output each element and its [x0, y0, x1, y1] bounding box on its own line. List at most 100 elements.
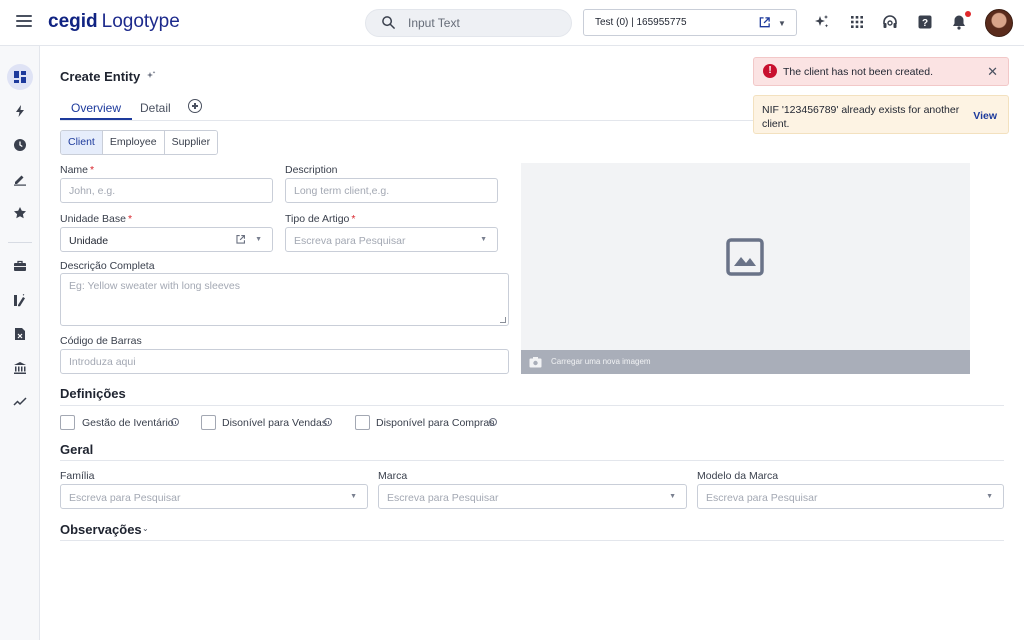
help-icon[interactable]: ? — [916, 13, 934, 31]
tab-overview[interactable]: Overview — [59, 101, 133, 120]
tipo-artigo-placeholder: Escreva para Pesquisar — [294, 235, 406, 247]
modelo-marca-select[interactable]: Escreva para Pesquisar ▼ — [697, 484, 1004, 509]
document-edit-icon — [14, 293, 25, 307]
sidebar-divider — [8, 242, 32, 243]
entity-type-client[interactable]: Client — [61, 131, 103, 154]
camera-icon — [529, 357, 542, 368]
clock-icon — [14, 139, 26, 151]
tipo-artigo-label: Tipo de Artigo * — [285, 213, 356, 225]
upload-image-button[interactable]: Carregar uma nova imagem — [521, 350, 970, 374]
close-icon[interactable]: ✕ — [987, 65, 998, 78]
warning-toast: NIF '123456789' already exists for anoth… — [753, 95, 1009, 134]
section-divider — [60, 405, 1004, 406]
resize-handle[interactable] — [500, 317, 506, 323]
ai-sparkle-icon[interactable] — [145, 70, 157, 82]
disponivel-compras-label: Disponível para Compras — [376, 417, 495, 429]
sidebar-item-documents-edit[interactable] — [7, 287, 33, 313]
description-input[interactable] — [294, 185, 465, 197]
required-marker: * — [351, 213, 356, 225]
top-bar: cegidLogotype Test (0) | 165955775 ▼ ? — [0, 0, 1024, 46]
disponivel-compras-checkbox[interactable] — [355, 415, 370, 430]
invoice-icon — [15, 328, 25, 340]
company-selector[interactable]: Test (0) | 165955775 ▼ — [583, 9, 797, 36]
logo-brand: cegid — [48, 11, 98, 32]
view-link[interactable]: View — [973, 110, 997, 122]
marca-placeholder: Escreva para Pesquisar — [387, 492, 499, 504]
unidade-base-label: Unidade Base * — [60, 213, 132, 225]
familia-label: Família — [60, 470, 95, 482]
sidebar-item-history[interactable] — [7, 132, 33, 158]
main-content: Create Entity Overview Detail Client Emp… — [40, 46, 1024, 640]
sidebar-item-quick-actions[interactable] — [7, 98, 33, 124]
disponivel-vendas-label: Disonível para Vendas — [222, 417, 328, 429]
search-icon — [382, 16, 395, 29]
apps-grid-icon[interactable] — [848, 13, 866, 31]
sidebar-item-favorites[interactable] — [7, 200, 33, 226]
entity-type-supplier[interactable]: Supplier — [164, 131, 218, 154]
global-search[interactable] — [365, 9, 572, 37]
codigo-barras-input[interactable] — [69, 356, 476, 368]
svg-text:?: ? — [922, 18, 928, 29]
sidebar-item-analytics[interactable] — [7, 389, 33, 415]
add-tab-icon[interactable] — [188, 99, 202, 113]
info-icon[interactable] — [324, 418, 332, 426]
name-label: Name * — [60, 164, 94, 176]
sidebar-item-invoices[interactable] — [7, 321, 33, 347]
open-external-icon[interactable] — [758, 16, 771, 29]
marca-label: Marca — [378, 470, 408, 482]
hamburger-menu-icon[interactable] — [16, 15, 32, 29]
codigo-barras-field[interactable] — [60, 349, 509, 374]
sidebar-item-bank[interactable] — [7, 355, 33, 381]
star-icon — [14, 207, 26, 219]
familia-select[interactable]: Escreva para Pesquisar ▼ — [60, 484, 368, 509]
descricao-completa-textarea[interactable] — [69, 280, 496, 318]
tipo-artigo-select[interactable]: Escreva para Pesquisar ▼ — [285, 227, 498, 252]
gestao-inventario-checkbox[interactable] — [60, 415, 75, 430]
error-icon: ! — [763, 64, 777, 78]
entity-type-employee[interactable]: Employee — [102, 131, 165, 154]
modelo-marca-label: Modelo da Marca — [697, 470, 779, 482]
marca-select[interactable]: Escreva para Pesquisar ▼ — [378, 484, 687, 509]
bank-icon — [14, 362, 26, 374]
required-marker: * — [127, 213, 133, 225]
lightning-icon — [16, 105, 24, 117]
open-external-icon[interactable] — [235, 234, 246, 245]
logo-text: Logotype — [101, 11, 180, 32]
chevron-down-icon: ▼ — [778, 19, 786, 28]
definicoes-title: Definições — [60, 386, 126, 401]
section-divider — [60, 460, 1004, 461]
search-input[interactable] — [408, 16, 558, 30]
unidade-base-label-text: Unidade Base — [60, 213, 126, 225]
codigo-barras-label: Código de Barras — [60, 335, 142, 347]
chevron-down-icon: ▼ — [986, 493, 993, 500]
sidebar-item-edit[interactable] — [7, 166, 33, 192]
familia-placeholder: Escreva para Pesquisar — [69, 492, 181, 504]
page-title: Create Entity — [60, 69, 141, 84]
ai-sparkle-icon[interactable] — [813, 13, 831, 31]
disponivel-vendas-checkbox[interactable] — [201, 415, 216, 430]
description-field[interactable] — [285, 178, 498, 203]
geral-title: Geral — [60, 442, 94, 457]
name-field[interactable] — [60, 178, 273, 203]
error-toast-message: The client has not been created. — [783, 66, 934, 78]
info-icon[interactable] — [171, 418, 179, 426]
sidebar-item-dashboard[interactable] — [7, 64, 33, 90]
user-avatar[interactable] — [985, 9, 1013, 37]
notification-badge — [965, 11, 971, 17]
app-logo[interactable]: cegid Logotype — [48, 11, 180, 33]
gestao-inventario-label: Gestão de Iventário — [82, 417, 174, 429]
company-selector-value: Test (0) | 165955775 — [595, 17, 687, 28]
entity-type-toggle: Client Employee Supplier — [60, 130, 219, 155]
name-input[interactable] — [69, 185, 240, 197]
chevron-down-icon[interactable]: ⌄ — [142, 524, 149, 533]
warning-toast-message: NIF '123456789' already exists for anoth… — [762, 104, 960, 130]
upload-image-label: Carregar uma nova imagem — [551, 357, 651, 366]
unidade-base-select[interactable]: Unidade ▼ — [60, 227, 273, 252]
tab-detail[interactable]: Detail — [140, 101, 171, 115]
sidebar — [0, 46, 40, 640]
info-icon[interactable] — [489, 418, 497, 426]
descricao-completa-field[interactable] — [60, 273, 509, 326]
support-headset-icon[interactable] — [881, 13, 899, 31]
sidebar-item-business[interactable] — [7, 253, 33, 279]
observacoes-title[interactable]: Observações — [60, 522, 142, 537]
